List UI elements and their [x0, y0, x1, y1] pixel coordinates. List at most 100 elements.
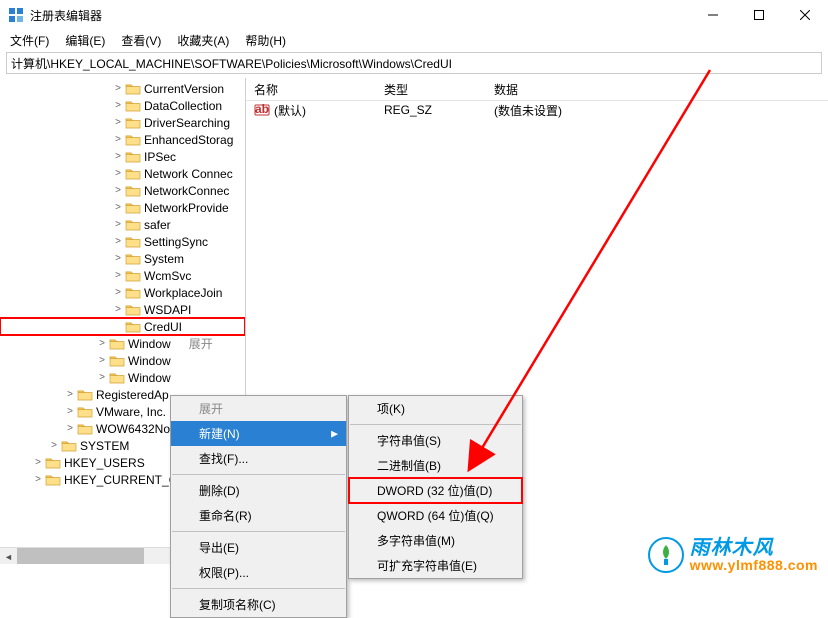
tree-item[interactable]: >CurrentVersion	[0, 80, 245, 97]
folder-icon	[125, 269, 141, 283]
expander-icon[interactable]: >	[112, 253, 124, 264]
expander-icon[interactable]: >	[112, 304, 124, 315]
sub-multistring[interactable]: 多字符串值(M)	[349, 528, 522, 553]
expander-icon[interactable]: >	[32, 474, 44, 485]
watermark-title: 雨林木风	[690, 538, 818, 558]
folder-icon	[125, 320, 141, 334]
col-data[interactable]: 数据	[486, 78, 828, 100]
ctx-new[interactable]: 新建(N)▶	[171, 421, 346, 446]
folder-icon	[125, 218, 141, 232]
expander-icon[interactable]: >	[48, 440, 60, 451]
tree-item[interactable]: >WSDAPI	[0, 301, 245, 318]
ctx-copy-key-name[interactable]: 复制项名称(C)	[171, 592, 346, 617]
tree-label: safer	[144, 218, 171, 232]
value-name: (默认)	[274, 102, 306, 119]
ctx-export[interactable]: 导出(E)	[171, 535, 346, 560]
col-name[interactable]: 名称	[246, 78, 376, 100]
expander-icon[interactable]: >	[112, 100, 124, 111]
menu-bar: 文件(F) 编辑(E) 查看(V) 收藏夹(A) 帮助(H)	[0, 30, 828, 50]
scroll-left-icon[interactable]: ◄	[0, 548, 17, 564]
ctx-delete[interactable]: 删除(D)	[171, 478, 346, 503]
tree-item[interactable]: >Window	[0, 352, 245, 369]
ctx-expand[interactable]: 展开	[171, 396, 346, 421]
col-type[interactable]: 类型	[376, 78, 486, 100]
tree-item[interactable]: > System	[0, 250, 245, 267]
tree-item[interactable]: >Window	[0, 369, 245, 386]
address-bar[interactable]: 计算机\HKEY_LOCAL_MACHINE\SOFTWARE\Policies…	[6, 52, 822, 74]
sub-binary[interactable]: 二进制值(B)	[349, 453, 522, 478]
sub-dword32[interactable]: DWORD (32 位)值(D)	[349, 478, 522, 503]
menu-favorites[interactable]: 收藏夹(A)	[171, 30, 235, 51]
expander-icon[interactable]: >	[112, 270, 124, 281]
address-text: 计算机\HKEY_LOCAL_MACHINE\SOFTWARE\Policies…	[11, 55, 452, 72]
tree-item[interactable]: >SettingSync	[0, 233, 245, 250]
sub-qword64[interactable]: QWORD (64 位)值(Q)	[349, 503, 522, 528]
expander-icon[interactable]: >	[96, 372, 108, 383]
tree-label: Network Connec	[144, 167, 233, 181]
folder-icon	[125, 303, 141, 317]
expander-icon[interactable]: >	[112, 83, 124, 94]
tree-item[interactable]: > safer	[0, 216, 245, 233]
ctx-permissions[interactable]: 权限(P)...	[171, 560, 346, 585]
expander-icon[interactable]: >	[96, 338, 108, 349]
tree-label: IPSec	[144, 150, 176, 164]
tree-item[interactable]: >EnhancedStorag	[0, 131, 245, 148]
sub-expandstring[interactable]: 可扩充字符串值(E)	[349, 553, 522, 578]
tree-item[interactable]: >DataCollection	[0, 97, 245, 114]
menu-file[interactable]: 文件(F)	[4, 30, 55, 51]
tree-item[interactable]: >NetworkConnec	[0, 182, 245, 199]
tree-item[interactable]: > Network Connec	[0, 165, 245, 182]
tree-item[interactable]: >NetworkProvide	[0, 199, 245, 216]
folder-icon	[125, 82, 141, 96]
expander-icon[interactable]: >	[96, 355, 108, 366]
tree-item[interactable]: CredUI	[0, 318, 245, 335]
folder-icon	[125, 167, 141, 181]
tree-label: DriverSearching	[144, 116, 230, 130]
window-title: 注册表编辑器	[30, 7, 690, 24]
menu-edit[interactable]: 编辑(E)	[59, 30, 111, 51]
expander-icon[interactable]: >	[112, 134, 124, 145]
expander-icon[interactable]: >	[32, 457, 44, 468]
tree-item[interactable]: >Window展开	[0, 335, 245, 352]
value-data: (数值未设置)	[486, 102, 828, 119]
expander-icon[interactable]: >	[64, 406, 76, 417]
minimize-button[interactable]	[690, 0, 736, 30]
tree-item[interactable]: > IPSec	[0, 148, 245, 165]
expander-icon[interactable]: >	[112, 287, 124, 298]
tree-item[interactable]: > WcmSvc	[0, 267, 245, 284]
watermark-url: www.ylmf888.com	[690, 558, 818, 572]
folder-icon	[61, 439, 77, 453]
svg-text:ab: ab	[255, 103, 269, 116]
expander-icon[interactable]: >	[112, 117, 124, 128]
expander-icon[interactable]: >	[112, 219, 124, 230]
folder-icon	[77, 405, 93, 419]
expander-icon[interactable]: >	[64, 389, 76, 400]
ctx-find[interactable]: 查找(F)...	[171, 446, 346, 471]
expander-icon[interactable]: >	[112, 151, 124, 162]
close-button[interactable]	[782, 0, 828, 30]
value-type: REG_SZ	[376, 103, 486, 117]
tree-label: CredUI	[144, 320, 182, 334]
list-row[interactable]: ab (默认) REG_SZ(数值未设置)	[246, 101, 828, 119]
folder-icon	[109, 371, 125, 385]
tree-item[interactable]: > DriverSearching	[0, 114, 245, 131]
expander-icon[interactable]: >	[112, 168, 124, 179]
sub-string[interactable]: 字符串值(S)	[349, 428, 522, 453]
tree-item[interactable]: >WorkplaceJoin	[0, 284, 245, 301]
watermark: 雨林木风 www.ylmf888.com	[648, 537, 818, 573]
expander-icon[interactable]: >	[112, 185, 124, 196]
menu-view[interactable]: 查看(V)	[115, 30, 167, 51]
expander-icon[interactable]: >	[112, 202, 124, 213]
menu-help[interactable]: 帮助(H)	[239, 30, 292, 51]
string-value-icon: ab	[254, 103, 270, 117]
folder-icon	[45, 456, 61, 470]
ctx-rename[interactable]: 重命名(R)	[171, 503, 346, 528]
maximize-button[interactable]	[736, 0, 782, 30]
expander-icon[interactable]: >	[64, 423, 76, 434]
tree-label: WcmSvc	[144, 269, 191, 283]
sub-key[interactable]: 项(K)	[349, 396, 522, 421]
title-bar: 注册表编辑器	[0, 0, 828, 30]
tree-label: System	[144, 252, 184, 266]
expander-icon[interactable]: >	[112, 236, 124, 247]
separator	[350, 424, 521, 425]
